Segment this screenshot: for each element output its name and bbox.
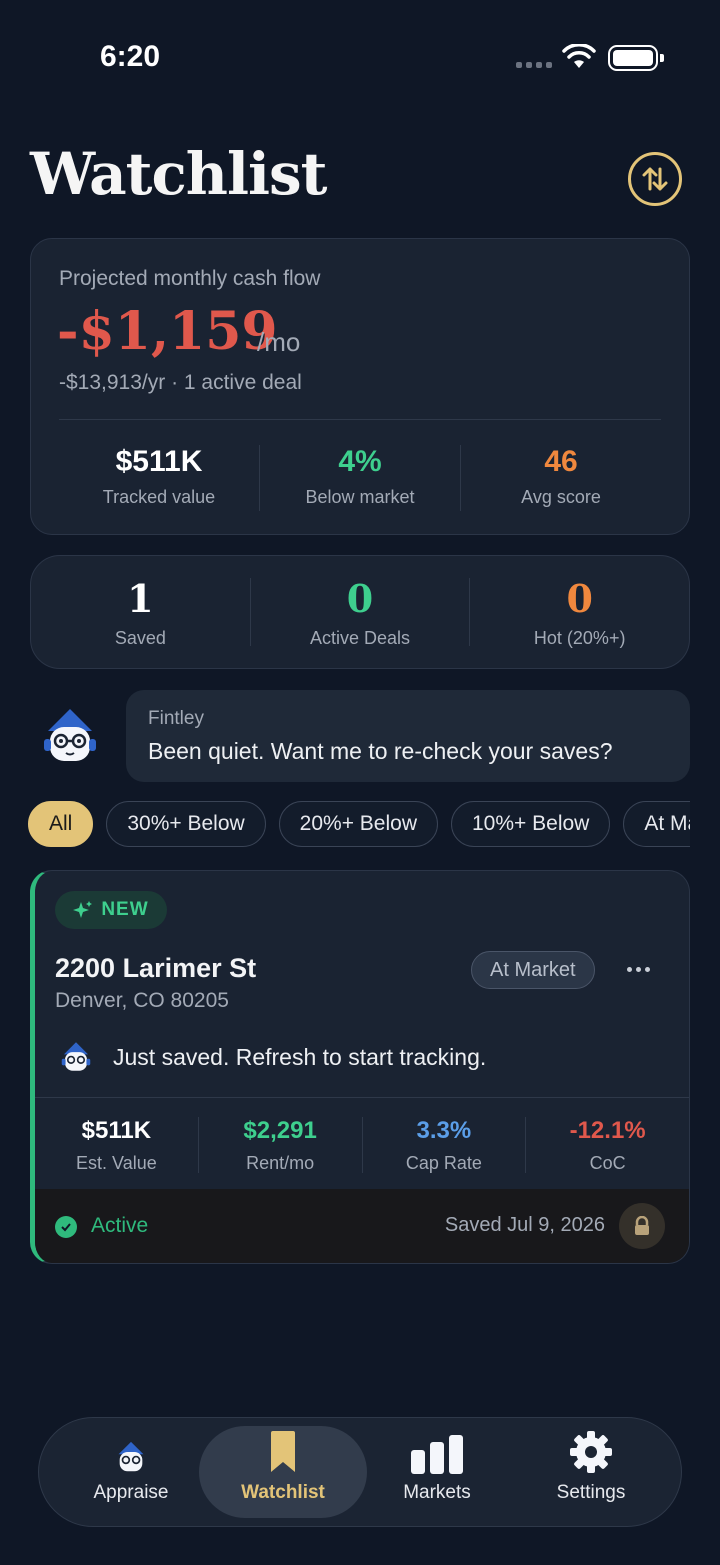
filter-chips: All 30%+ Below 20%+ Below 10%+ Below At …: [28, 801, 690, 849]
deal-address: 2200 Larimer St: [55, 953, 257, 983]
stat-label: Tracked value: [102, 487, 216, 507]
assistant-text: Been quiet. Want me to re-check your sav…: [148, 738, 613, 764]
deal-city: Denver, CO 80205: [55, 989, 229, 1012]
count-value: 1: [127, 576, 154, 621]
deal-status: Active: [91, 1214, 149, 1237]
sort-button[interactable]: [628, 152, 682, 206]
cash-flow-label: Projected monthly cash flow: [59, 267, 321, 290]
bookmark-icon: [271, 1431, 295, 1472]
lock-button[interactable]: [619, 1203, 665, 1249]
stat-label: Est. Value: [76, 1153, 157, 1173]
tab-label: Markets: [403, 1482, 471, 1503]
tab-settings[interactable]: Settings: [507, 1426, 675, 1518]
count-value: 0: [346, 576, 374, 621]
stat-label: Rent/mo: [246, 1153, 315, 1173]
mascot-avatar: [44, 709, 96, 761]
market-status-badge: At Market: [471, 951, 595, 989]
deal-note: Just saved. Refresh to start tracking.: [113, 1044, 487, 1070]
filter-at-market[interactable]: At Market: [623, 801, 690, 847]
saved-date: Saved Jul 9, 2026: [444, 1214, 605, 1236]
new-badge: NEW: [55, 891, 167, 929]
tab-markets[interactable]: Markets: [353, 1426, 521, 1518]
wifi-icon: [562, 44, 596, 68]
divider: [35, 1097, 689, 1098]
stat-label: Cap Rate: [405, 1153, 482, 1173]
filter-all[interactable]: All: [28, 801, 94, 847]
count-label: Active Deals: [309, 628, 411, 648]
filter-20-below[interactable]: 20%+ Below: [278, 801, 438, 847]
battery-icon: [608, 45, 664, 71]
filter-10-below[interactable]: 10%+ Below: [451, 801, 611, 847]
sort-arrows-icon: [642, 167, 668, 191]
tab-watchlist[interactable]: Watchlist: [199, 1426, 367, 1518]
stat-value: $2,291: [243, 1117, 317, 1144]
counts-card: 1 Saved 0 Active Deals 0 Hot (20%+): [30, 555, 690, 669]
stat-value: -12.1%: [569, 1117, 646, 1144]
cash-flow-stats: $511K Tracked value 4% Below market 46 A…: [59, 445, 661, 511]
assistant-name: Fintley: [148, 708, 204, 729]
tab-appraise[interactable]: Appraise: [47, 1426, 215, 1518]
stat-value: 46: [544, 445, 578, 478]
gear-icon: [570, 1431, 612, 1473]
divider: [59, 419, 661, 420]
cash-flow-annual: -$13,913/yr · 1 active deal: [59, 371, 302, 394]
assistant-message[interactable]: Fintley Been quiet. Want me to re-check …: [126, 690, 690, 782]
bar-chart-icon: [411, 1435, 463, 1474]
cash-flow-unit: /mo: [257, 327, 301, 357]
stat-label: Avg score: [521, 487, 601, 507]
stat-value: 4%: [338, 445, 382, 478]
deal-stats: $511K Est. Value $2,291 Rent/mo 3.3% Cap…: [35, 1117, 689, 1173]
tab-label: Watchlist: [241, 1482, 325, 1503]
tab-bar: Appraise Watchlist Markets Settings: [38, 1417, 682, 1527]
lock-icon: [635, 1216, 649, 1235]
cash-flow-card: Projected monthly cash flow -$1,159 /mo …: [30, 238, 690, 535]
tab-label: Appraise: [93, 1482, 169, 1503]
tab-label: Settings: [556, 1482, 626, 1503]
filter-30-below[interactable]: 30%+ Below: [106, 801, 266, 847]
cash-flow-value: -$1,159: [57, 301, 278, 362]
count-saved[interactable]: 1 Saved: [31, 576, 250, 649]
deal-card[interactable]: NEW 2200 Larimer St Denver, CO 80205 At …: [30, 870, 690, 1264]
deal-stat-cap-rate: 3.3% Cap Rate: [361, 1117, 526, 1173]
status-time: 6:20: [100, 40, 161, 73]
signal-icon: [516, 62, 552, 68]
deal-footer: Active Saved Jul 9, 2026: [35, 1189, 689, 1263]
deal-stat-est-value: $511K Est. Value: [35, 1117, 198, 1173]
more-options-icon[interactable]: [627, 967, 650, 972]
stat-label: Below market: [305, 487, 415, 507]
stat-value: $511K: [81, 1117, 152, 1144]
check-icon: [55, 1216, 77, 1238]
page-title: Watchlist: [30, 140, 327, 208]
deal-stat-rent: $2,291 Rent/mo: [197, 1117, 362, 1173]
stat-below-market: 4% Below market: [259, 445, 460, 511]
mascot-icon: [118, 1441, 144, 1472]
stat-tracked-value: $511K Tracked value: [59, 445, 259, 511]
stat-label: CoC: [589, 1153, 626, 1173]
stat-avg-score: 46 Avg score: [460, 445, 661, 511]
mascot-icon: [61, 1042, 91, 1071]
count-active-deals[interactable]: 0 Active Deals: [249, 576, 470, 648]
count-label: Hot (20%+): [533, 628, 626, 648]
count-hot[interactable]: 0 Hot (20%+): [469, 576, 689, 648]
count-value: 0: [566, 576, 593, 621]
sparkle-icon: [73, 901, 93, 918]
stat-value: 3.3%: [416, 1117, 472, 1144]
deal-stat-coc: -12.1% CoC: [525, 1117, 689, 1173]
new-badge-label: NEW: [101, 899, 149, 920]
stat-value: $511K: [115, 445, 203, 478]
count-label: Saved: [114, 628, 166, 648]
